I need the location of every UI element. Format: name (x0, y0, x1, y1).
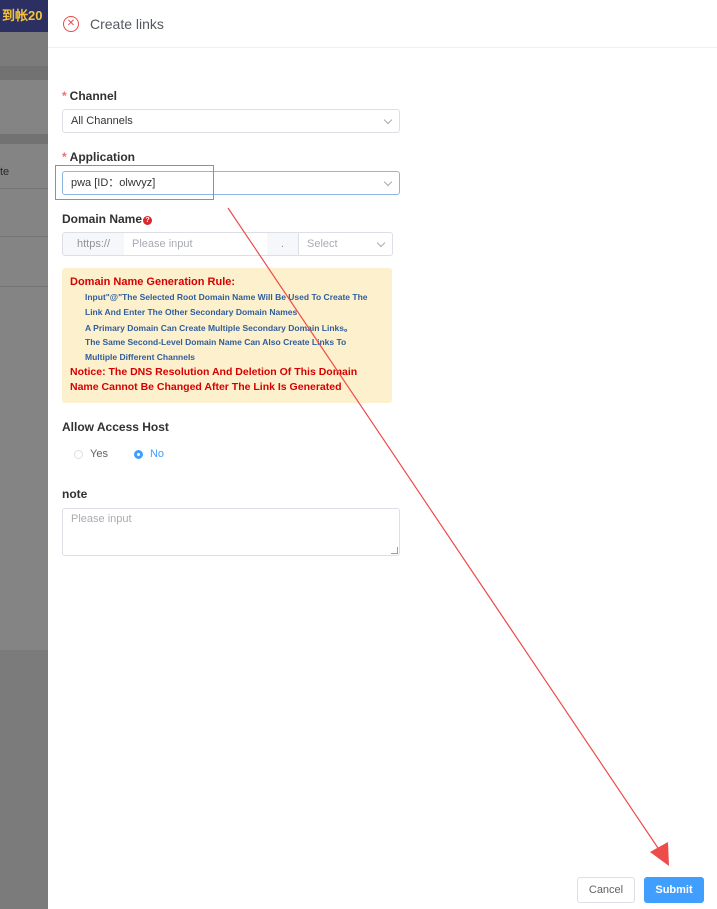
rule-title: Domain Name Generation Rule: (70, 276, 236, 288)
drawer-footer: Cancel Submit (577, 877, 704, 903)
drawer-title: Create links (90, 15, 164, 32)
notice-line: Name Cannot Be Changed After The Link Is… (70, 381, 342, 393)
radio-yes[interactable] (74, 449, 83, 459)
submit-button[interactable]: Submit (644, 877, 704, 903)
domain-separator: . (267, 232, 299, 256)
required-mark: * (62, 89, 67, 103)
radio-no-label[interactable]: No (150, 448, 164, 460)
chevron-down-icon (383, 177, 393, 187)
root-domain-select[interactable]: Select (298, 232, 393, 256)
background-banner: 到帐20 (0, 0, 48, 32)
rule-line: The Same Second-Level Domain Name Can Al… (85, 337, 347, 347)
background-divider (0, 66, 48, 80)
background-page: 到帐20 te (0, 0, 48, 909)
domain-name-input-group: https:// Please input . Select (62, 232, 393, 256)
resize-handle-icon[interactable] (391, 547, 398, 554)
channel-select[interactable]: All Channels (62, 109, 400, 133)
domain-rule-notice: Domain Name Generation Rule: Input"@"The… (62, 268, 392, 403)
chevron-down-icon (383, 115, 393, 125)
notice-line: Notice: The DNS Resolution And Deletion … (70, 366, 358, 378)
background-row-divider (0, 188, 48, 189)
allow-access-host-radio-group: Yes No (74, 448, 190, 460)
radio-yes-label[interactable]: Yes (90, 448, 108, 460)
background-row-divider (0, 236, 48, 237)
radio-no[interactable] (133, 449, 143, 459)
rule-line: A Primary Domain Can Create Multiple Sec… (85, 323, 353, 333)
note-label: note (62, 487, 88, 501)
help-icon[interactable]: ? (143, 216, 153, 225)
cancel-button[interactable]: Cancel (577, 877, 635, 903)
application-label: * Application (62, 150, 136, 164)
close-circle-icon[interactable]: ✕ (63, 15, 79, 32)
rule-line: Multiple Different Channels (85, 352, 196, 362)
protocol-prefix: https:// (62, 232, 125, 256)
chevron-down-icon (376, 238, 386, 248)
channel-label: * Channel (62, 89, 118, 103)
required-mark: * (62, 150, 67, 164)
background-row-divider (0, 286, 48, 287)
rule-line: Input"@"The Selected Root Domain Name Wi… (85, 292, 368, 302)
application-select[interactable]: pwa [ID：olwvyz] (62, 171, 400, 195)
domain-name-label: Domain Name? (62, 212, 153, 226)
channel-select-value: All Channels (71, 115, 133, 127)
note-placeholder: Please input (71, 513, 132, 525)
drawer-header: ✕ Create links (48, 0, 717, 48)
rule-line: Link And Enter The Other Secondary Domai… (85, 307, 298, 317)
note-textarea[interactable]: Please input (62, 508, 400, 556)
allow-access-host-label: Allow Access Host (62, 420, 169, 434)
root-domain-select-placeholder: Select (307, 238, 338, 250)
background-divider (0, 134, 48, 144)
application-select-value: pwa [ID：olwvyz] (71, 177, 156, 189)
subdomain-input[interactable]: Please input (124, 232, 274, 256)
create-links-drawer: ✕ Create links * Channel All Channels * Ap… (48, 0, 717, 909)
background-text: te (0, 166, 10, 178)
